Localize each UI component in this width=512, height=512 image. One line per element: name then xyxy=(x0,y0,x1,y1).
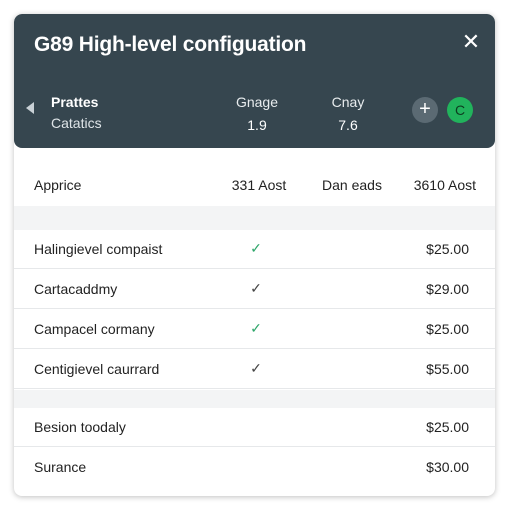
item-price: $29.00 xyxy=(426,281,469,297)
config-dialog: G89 High-level configuation ✕ Prattes Ca… xyxy=(14,14,495,496)
column-header: 3610 Aost xyxy=(413,177,476,193)
item-name: Cartacaddmy xyxy=(34,281,118,297)
metric-label: Cnay xyxy=(331,94,365,110)
column-header: Dan eads xyxy=(322,177,382,193)
metric-label: Gnage xyxy=(235,94,279,110)
plus-icon[interactable]: + xyxy=(412,97,438,123)
check-icon: ✓ xyxy=(250,320,262,336)
item-name: Campacel cormany xyxy=(34,321,155,337)
table-row[interactable]: Surance $30.00 xyxy=(14,448,495,486)
section-divider xyxy=(14,206,495,230)
section-divider xyxy=(14,390,495,408)
table-row[interactable]: Besion toodaly $25.00 xyxy=(14,408,495,447)
item-name: Centigievel caurrard xyxy=(34,361,160,377)
back-chevron-icon[interactable] xyxy=(26,102,34,114)
metric-value: 1.9 xyxy=(247,117,267,133)
check-icon: ✓ xyxy=(250,280,262,296)
summary-name: Prattes xyxy=(51,94,99,110)
column-header: Apprice xyxy=(34,177,82,193)
dialog-title: G89 High-level configuation xyxy=(34,33,307,56)
dialog-header: G89 High-level configuation ✕ Prattes Ca… xyxy=(14,14,495,148)
check-icon: ✓ xyxy=(250,240,262,256)
extra-price: $30.00 xyxy=(426,459,469,475)
table-row[interactable]: Halingievel compaist ✓ $25.00 xyxy=(14,230,495,269)
table-row[interactable]: Campacel cormany ✓ $25.00 xyxy=(14,310,495,349)
summary-subtitle: Catatics xyxy=(51,115,102,131)
close-icon[interactable]: ✕ xyxy=(460,31,482,53)
extra-name: Besion toodaly xyxy=(34,419,126,435)
extra-price: $25.00 xyxy=(426,419,469,435)
item-name: Halingievel compaist xyxy=(34,241,163,257)
item-price: $25.00 xyxy=(426,321,469,337)
extra-name: Surance xyxy=(34,459,87,475)
avatar[interactable]: C xyxy=(447,97,473,123)
item-price: $25.00 xyxy=(426,241,469,257)
table-row[interactable]: Centigievel caurrard ✓ $55.00 xyxy=(14,350,495,389)
column-header: 331 Aost xyxy=(231,177,287,193)
check-icon: ✓ xyxy=(250,360,262,376)
item-price: $55.00 xyxy=(426,361,469,377)
table-row[interactable]: Cartacaddmy ✓ $29.00 xyxy=(14,270,495,309)
metric-value: 7.6 xyxy=(338,117,358,133)
